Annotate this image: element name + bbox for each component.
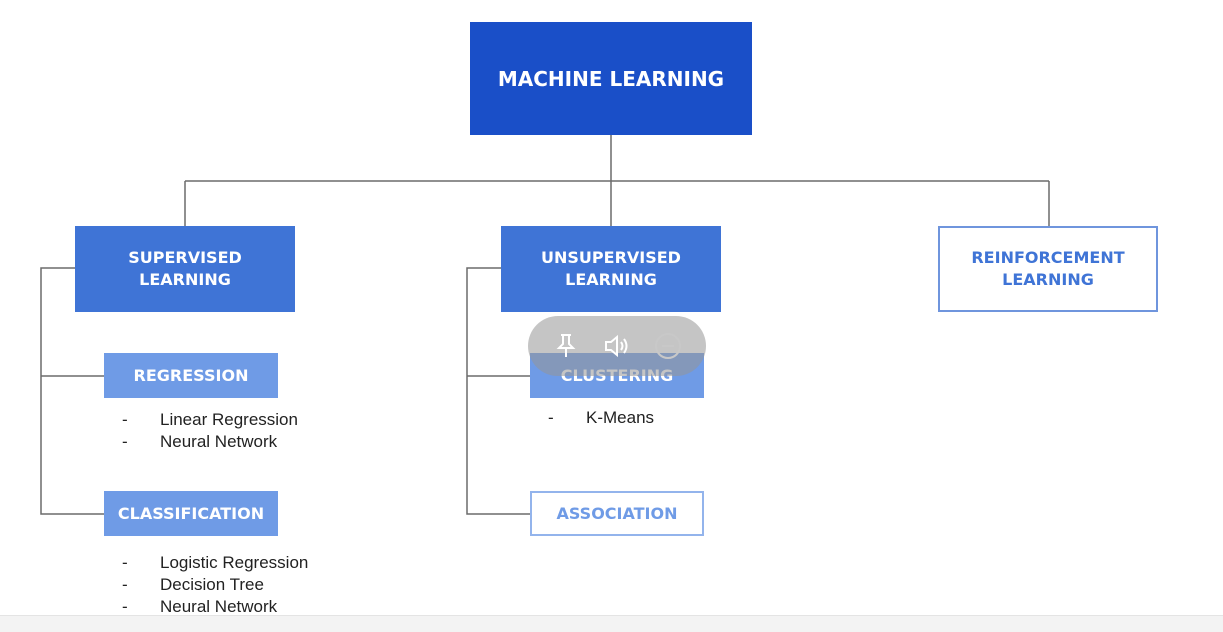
- list-item: - Logistic Regression: [122, 552, 308, 574]
- node-classification: CLASSIFICATION: [104, 491, 278, 536]
- root-node-machine-learning: MACHINE LEARNING: [470, 22, 752, 135]
- minus-circle-icon[interactable]: [652, 330, 684, 362]
- list-item-text: K-Means: [586, 408, 655, 427]
- root-to-categories-connector: [184, 135, 1050, 226]
- node-association: ASSOCIATION: [530, 491, 704, 536]
- list-item: - Neural Network: [122, 431, 298, 453]
- list-item-text: Decision Tree: [160, 575, 264, 594]
- bullet-dash: -: [122, 553, 128, 572]
- list-item-text: Neural Network: [160, 432, 278, 451]
- pin-icon[interactable]: [550, 330, 582, 362]
- list-item-text: Logistic Regression: [160, 553, 309, 572]
- list-item-text: Neural Network: [160, 597, 278, 616]
- regression-algorithm-list: - Linear Regression - Neural Network: [122, 409, 298, 453]
- speaker-icon[interactable]: [601, 330, 633, 362]
- clustering-algorithm-list: - K-Means: [548, 407, 654, 429]
- node-unsupervised-learning: UNSUPERVISED LEARNING: [501, 226, 721, 312]
- node-regression: REGRESSION: [104, 353, 278, 398]
- diagram-canvas: MACHINE LEARNING SUPERVISED LEARNING UNS…: [0, 0, 1223, 632]
- list-item-text: Linear Regression: [160, 410, 298, 429]
- bullet-dash: -: [122, 432, 128, 451]
- list-item: - Linear Regression: [122, 409, 298, 431]
- node-reinforcement-learning: REINFORCEMENT LEARNING: [938, 226, 1158, 312]
- bullet-dash: -: [122, 410, 128, 429]
- node-supervised-learning: SUPERVISED LEARNING: [75, 226, 295, 312]
- list-item: - K-Means: [548, 407, 654, 429]
- bullet-dash: -: [548, 408, 554, 427]
- bullet-dash: -: [122, 575, 128, 594]
- media-overlay-toolbar: [528, 316, 706, 376]
- bottom-bar: [0, 615, 1223, 632]
- list-item: - Decision Tree: [122, 574, 308, 596]
- classification-algorithm-list: - Logistic Regression - Decision Tree - Neu…: [122, 552, 308, 618]
